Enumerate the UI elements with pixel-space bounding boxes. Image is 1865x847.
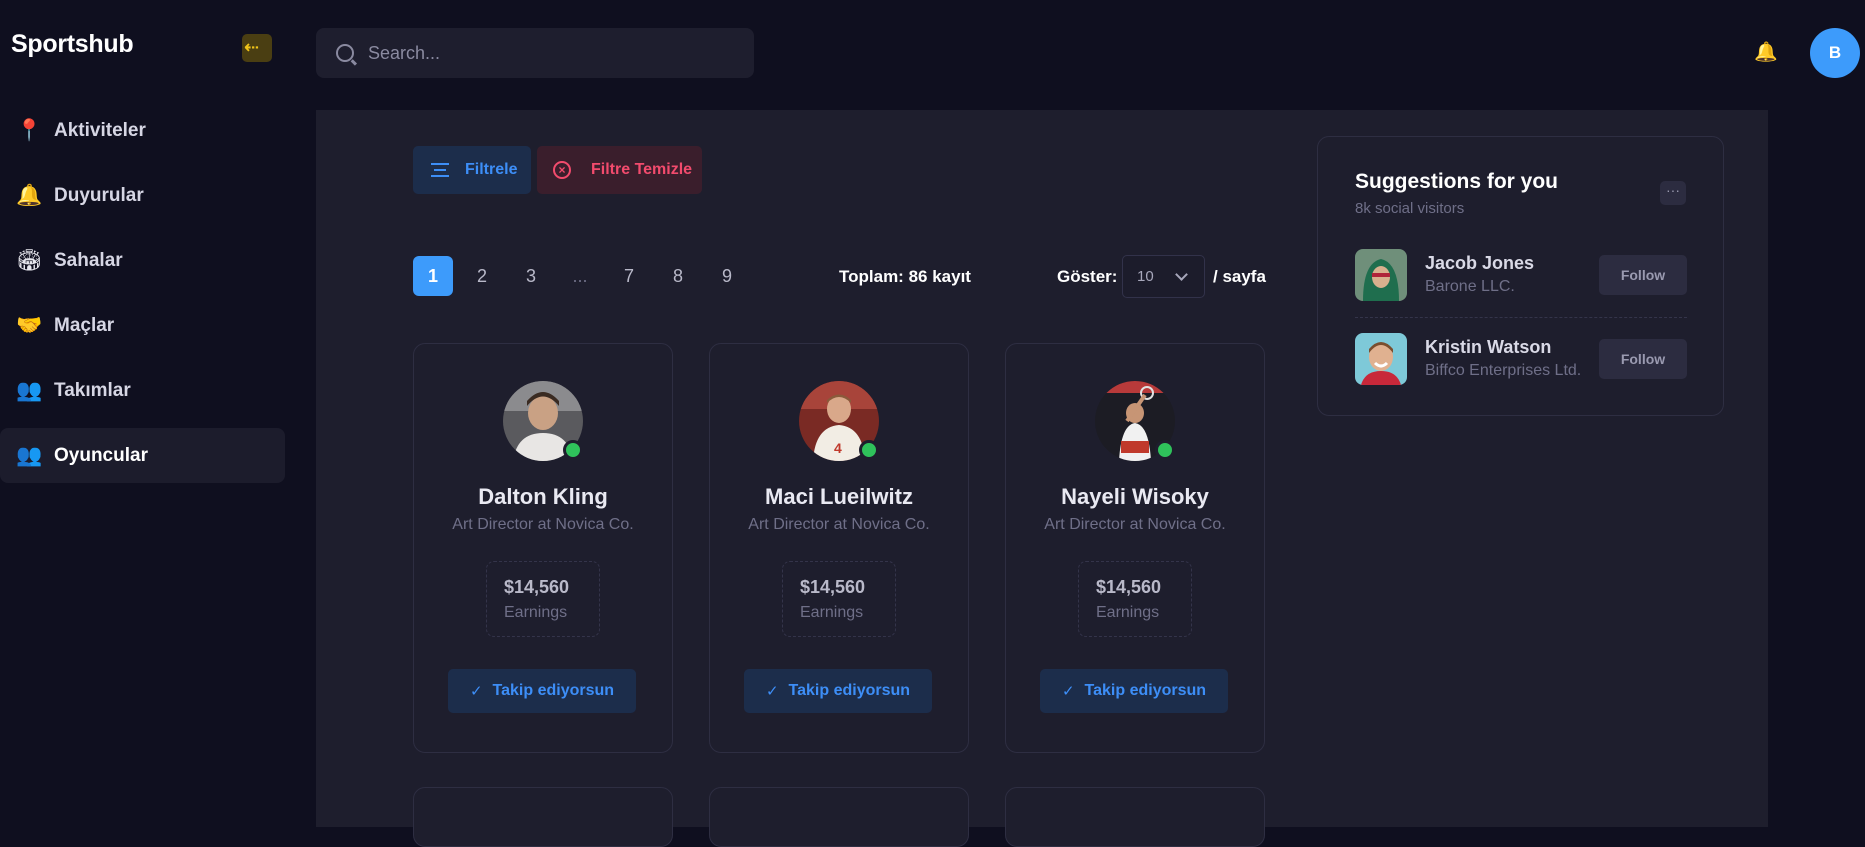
search-icon [336,44,354,62]
sidebar-item-sahalar[interactable]: 🏟 Sahalar [0,233,285,288]
follow-button[interactable]: Follow [1599,255,1687,295]
online-status-dot [859,440,879,460]
brand-logo[interactable]: Sportshub [11,30,134,59]
check-icon: ✓ [765,683,779,700]
page-size-label: Göster: [1057,267,1118,286]
sidebar-item-duyurular[interactable]: 🔔 Duyurular [0,168,285,223]
filter-button-label: Filtrele [465,161,518,178]
pagination: 1 2 3 ... 7 8 9 [413,256,756,296]
suggestion-company: Barone LLC. [1425,278,1515,295]
following-label: Takip ediyorsun [788,682,911,699]
following-label: Takip ediyorsun [1084,682,1207,699]
following-button[interactable]: ✓ Takip ediyorsun [744,669,932,713]
player-role: Art Director at Novica Co. [452,516,634,533]
main-content: Filtrele × Filtre Temizle 1 2 3 ... 7 8 … [316,110,1768,847]
filter-lines-icon [431,163,449,177]
sidebar-nav: 📍 Aktiviteler 🔔 Duyurular 🏟 Sahalar 🤝 Ma… [0,103,285,493]
sidebar-item-takimlar[interactable]: 👥 Takımlar [0,363,285,418]
team-icon: 👥 [16,378,43,402]
page-size-select[interactable]: 10 [1122,255,1205,298]
sidebar-item-maclar[interactable]: 🤝 Maçlar [0,298,285,353]
suggestion-item: Jacob Jones Barone LLC. Follow [1355,249,1687,301]
page-size-value: 10 [1137,268,1154,285]
per-page-label: / sayfa [1213,267,1266,286]
page-3[interactable]: 3 [511,256,551,296]
player-name[interactable]: Dalton Kling [414,484,672,510]
close-circle-icon: × [553,161,571,179]
suggestion-avatar[interactable] [1355,249,1407,301]
following-button[interactable]: ✓ Takip ediyorsun [1040,669,1228,713]
suggestion-company: Biffco Enterprises Ltd. [1425,362,1582,379]
earnings-box: $14,560 Earnings [486,561,600,637]
check-icon: ✓ [1061,683,1075,700]
bell-icon: 🔔 [16,183,43,207]
sidebar-item-label: Maçlar [54,314,115,336]
page-2[interactable]: 2 [462,256,502,296]
search-input[interactable] [368,42,728,64]
follow-button[interactable]: Follow [1599,339,1687,379]
online-status-dot [1155,440,1175,460]
notification-bell-icon[interactable]: 🔔 [1754,40,1778,64]
page-ellipsis[interactable]: ... [560,256,600,296]
user-avatar[interactable]: B [1810,28,1860,78]
earnings-label: Earnings [1096,604,1160,621]
page-8[interactable]: 8 [658,256,698,296]
player-card: Dalton Kling Art Director at Novica Co. … [413,343,673,753]
suggestion-name[interactable]: Jacob Jones [1425,253,1534,274]
sidebar-item-label: Aktiviteler [54,119,146,141]
earnings-box: $14,560 Earnings [1078,561,1192,637]
player-card: Nayeli Wisoky Art Director at Novica Co.… [1005,343,1265,753]
search-bar[interactable] [316,28,754,78]
sidebar-item-label: Sahalar [54,249,123,271]
player-card [413,787,673,847]
suggestions-subtitle: 8k social visitors [1355,200,1465,217]
online-status-dot [563,440,583,460]
earnings-label: Earnings [800,604,864,621]
divider [1355,317,1687,318]
handshake-icon: 🤝 [16,313,43,337]
suggestion-avatar[interactable] [1355,333,1407,385]
suggestions-title: Suggestions for you [1355,170,1559,193]
earnings-box: $14,560 Earnings [782,561,896,637]
players-icon: 👥 [16,443,43,467]
player-name[interactable]: Nayeli Wisoky [1006,484,1264,510]
page-1[interactable]: 1 [413,256,453,296]
page-9[interactable]: 9 [707,256,747,296]
player-name[interactable]: Maci Lueilwitz [710,484,968,510]
clear-filter-button[interactable]: × Filtre Temizle [537,146,702,194]
player-role: Art Director at Novica Co. [748,516,930,533]
page-7[interactable]: 7 [609,256,649,296]
pin-icon: 📍 [16,118,43,142]
sidebar-item-label: Takımlar [54,379,131,401]
stadium-icon: 🏟 [16,248,43,272]
suggestion-item: Kristin Watson Biffco Enterprises Ltd. F… [1355,333,1687,385]
filter-button[interactable]: Filtrele [413,146,531,194]
suggestion-name[interactable]: Kristin Watson [1425,337,1551,358]
suggestions-panel: Suggestions for you 8k social visitors ·… [1317,136,1724,416]
collapse-sidebar-button[interactable]: ⇠ [242,34,272,62]
player-role: Art Director at Novica Co. [1044,516,1226,533]
earnings-value: $14,560 [1096,577,1162,597]
sidebar-item-label: Duyurular [54,184,144,206]
sidebar-item-label: Oyuncular [54,444,148,466]
following-button[interactable]: ✓ Takip ediyorsun [448,669,636,713]
sidebar: Sportshub ⇠ 📍 Aktiviteler 🔔 Duyurular 🏟 … [0,0,300,827]
player-card [709,787,969,847]
clear-filter-label: Filtre Temizle [591,161,693,178]
more-options-button[interactable]: ··· [1660,181,1686,205]
chevron-down-icon [1175,268,1188,281]
player-card: 4 Maci Lueilwitz Art Director at Novica … [709,343,969,753]
earnings-value: $14,560 [800,577,866,597]
earnings-label: Earnings [504,604,568,621]
earnings-value: $14,560 [504,577,570,597]
total-records: Toplam: 86 kayıt [839,267,971,286]
player-card [1005,787,1265,847]
arrow-left-icon: ⇠ [244,37,260,57]
check-icon: ✓ [469,683,483,700]
svg-text:4: 4 [834,440,842,456]
sidebar-item-aktiviteler[interactable]: 📍 Aktiviteler [0,103,285,158]
sidebar-item-oyuncular[interactable]: 👥 Oyuncular [0,428,285,483]
following-label: Takip ediyorsun [492,682,615,699]
